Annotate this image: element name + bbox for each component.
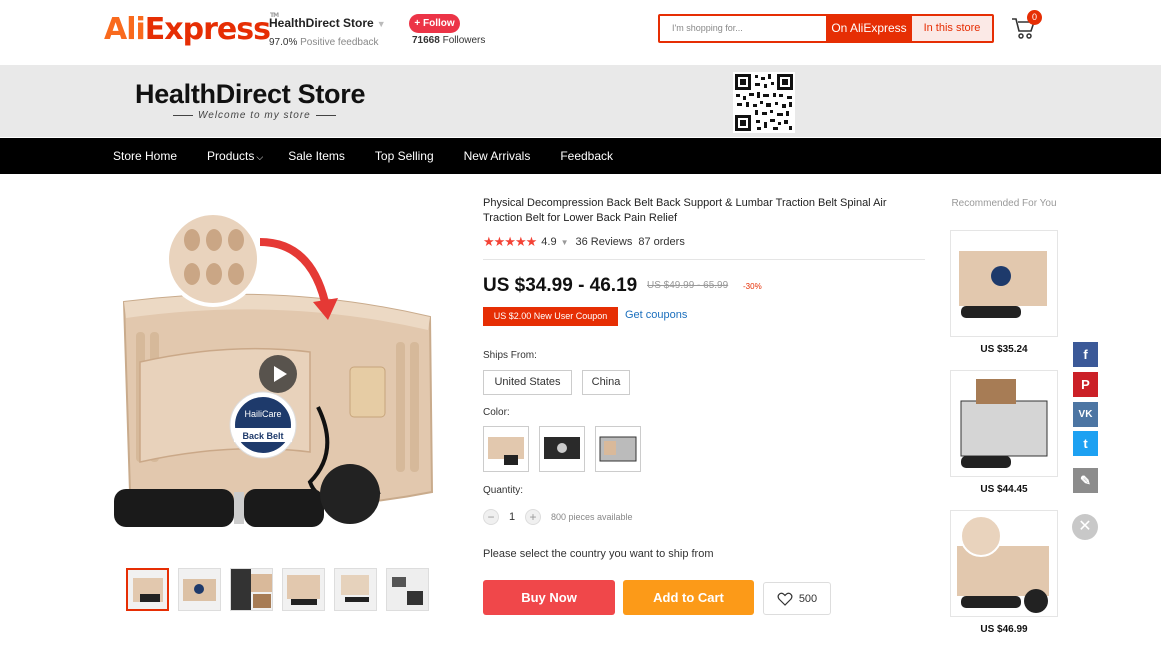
color-option-black[interactable] (539, 426, 585, 472)
aliexpress-logo[interactable]: AliExpressTM (104, 12, 279, 47)
ship-country-note: Please select the country you want to sh… (483, 548, 714, 560)
original-price: US $49.99 - 65.99 (647, 280, 729, 291)
feedback-label: Positive feedback (300, 37, 379, 48)
followers-label: Followers (442, 35, 486, 46)
get-coupons-link[interactable]: Get coupons (625, 309, 687, 321)
recommended-title: Recommended For You (951, 198, 1057, 209)
store-name: HealthDirect Store (269, 16, 374, 30)
close-icon[interactable]: ✕ (1072, 514, 1098, 540)
divider (483, 259, 925, 260)
heart-icon (777, 592, 793, 606)
nav-top-selling[interactable]: Top Selling (360, 138, 449, 174)
color-option-beige[interactable] (483, 426, 529, 472)
thumbnail-3[interactable] (230, 568, 273, 611)
ship-option-united-states[interactable]: United States (483, 370, 572, 395)
new-user-coupon[interactable]: US $2.00 New User Coupon (483, 307, 618, 326)
brand-badge-text: HailiCare (244, 409, 281, 419)
price-range: US $34.99 - 46.19 (483, 275, 638, 296)
add-to-cart-button[interactable]: Add to Cart (623, 580, 754, 615)
search-in-store-button[interactable]: In this store (912, 16, 992, 41)
nav-store-home[interactable]: Store Home (98, 138, 192, 174)
cart-button[interactable]: 0 (1010, 10, 1042, 43)
buy-now-button[interactable]: Buy Now (483, 580, 615, 615)
orders-count: 87 orders (638, 236, 685, 248)
play-video-button[interactable] (259, 355, 297, 393)
qr-code (733, 72, 795, 133)
banner-subtitle: Welcome to my store (168, 110, 341, 121)
pieces-available: 800 pieces available (551, 512, 633, 522)
nav-sale-items[interactable]: Sale Items (278, 138, 360, 174)
nav-products-label: Products (207, 149, 255, 163)
recommended-item-1[interactable] (950, 230, 1058, 337)
recommended-price-3: US $46.99 (980, 624, 1028, 635)
chevron-down-icon: ▼ (376, 19, 386, 29)
thumbnail-6[interactable] (386, 568, 429, 611)
logo-part-express: Express (144, 12, 271, 47)
search-input[interactable]: I'm shopping for... (660, 16, 826, 41)
chevron-down-icon: ⌵ (256, 152, 264, 162)
thumbnail-2[interactable] (178, 568, 221, 611)
wishlist-count: 500 (798, 592, 818, 605)
edit-icon[interactable]: ✎ (1073, 468, 1098, 493)
followers-count: 71668 Followers (412, 35, 485, 46)
recommended-price-1: US $35.24 (980, 344, 1028, 355)
chevron-down-icon[interactable]: ▼ (561, 238, 569, 247)
color-label: Color: (483, 407, 510, 418)
main-product-image[interactable]: HailiCare Back Belt (110, 192, 450, 550)
follow-button[interactable]: + Follow (409, 14, 460, 33)
nav-feedback[interactable]: Feedback (545, 138, 628, 174)
recommended-item-3[interactable] (950, 510, 1058, 617)
ship-option-china[interactable]: China (582, 370, 630, 395)
nav-new-arrivals[interactable]: New Arrivals (449, 138, 546, 174)
followers-number: 71668 (412, 35, 440, 46)
reviews-link[interactable]: 36 Reviews (576, 236, 633, 248)
store-banner: HealthDirect Store Welcome to my store (0, 65, 1161, 137)
rating-row: ★★★★★ 4.9 ▼ 36 Reviews 87 orders (483, 234, 685, 250)
rating-score[interactable]: 4.9 (541, 236, 556, 248)
quantity-value[interactable]: 1 (499, 511, 525, 523)
twitter-share-icon[interactable]: t (1073, 431, 1098, 456)
feedback-percent: 97.0% (269, 37, 298, 48)
thumbnail-5[interactable] (334, 568, 377, 611)
quantity-stepper: − 1 + 800 pieces available (483, 509, 633, 525)
increase-quantity-button[interactable]: + (525, 509, 541, 525)
recommended-item-2[interactable] (950, 370, 1058, 477)
store-nav: Store Home Products ⌵ Sale Items Top Sell… (0, 138, 1161, 174)
logo-part-ali: Ali (104, 12, 146, 47)
discount-badge: -30% (743, 282, 762, 291)
thumbnail-4[interactable] (282, 568, 325, 611)
recommended-price-2: US $44.45 (980, 484, 1028, 495)
thumbnail-strip (126, 568, 438, 611)
pinterest-share-icon[interactable]: P (1073, 372, 1098, 397)
cart-count-badge: 0 (1027, 10, 1042, 25)
store-feedback: 97.0% Positive feedback (269, 37, 379, 48)
ships-from-label: Ships From: (483, 350, 537, 361)
quantity-label: Quantity: (483, 485, 524, 496)
top-bar: AliExpressTM HealthDirect Store ▼ 97.0% P… (0, 0, 1161, 64)
decrease-quantity-button[interactable]: − (483, 509, 499, 525)
store-name-dropdown[interactable]: HealthDirect Store ▼ (269, 16, 386, 30)
banner-title: HealthDirect Store (135, 79, 366, 109)
thumbnail-1[interactable] (126, 568, 169, 611)
badge-label-text: Back Belt (242, 431, 283, 441)
rating-stars: ★★★★★ (483, 234, 537, 249)
nav-products[interactable]: Products ⌵ (192, 138, 278, 174)
search-on-aliexpress-button[interactable]: On AliExpress (826, 16, 912, 41)
product-title: Physical Decompression Back Belt Back Su… (483, 197, 887, 224)
vk-share-icon[interactable]: VK (1073, 402, 1098, 427)
facebook-share-icon[interactable]: f (1073, 342, 1098, 367)
color-option-gray[interactable] (595, 426, 641, 472)
wishlist-button[interactable]: 500 (763, 582, 831, 615)
search-bar: I'm shopping for... On AliExpress In thi… (658, 14, 994, 43)
